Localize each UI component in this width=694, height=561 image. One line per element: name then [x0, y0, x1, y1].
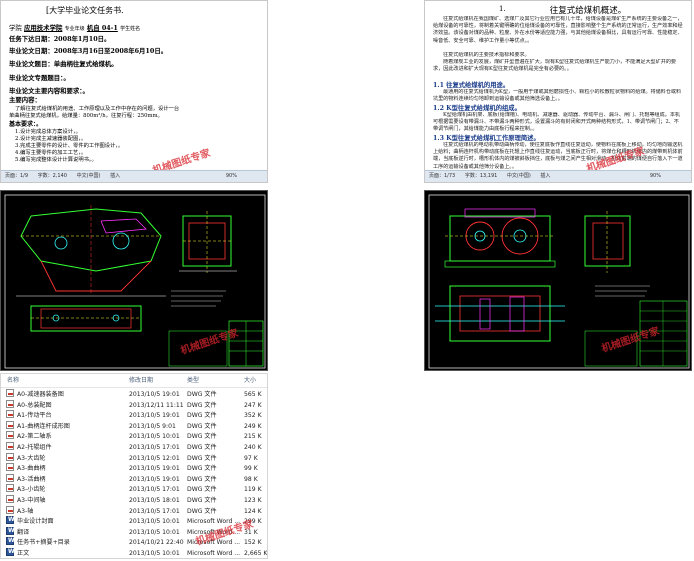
dwg-file-icon [6, 495, 14, 503]
gearbox-drawing-viewport[interactable]: 机械图纸专家 [424, 190, 692, 371]
gearbox-drawing-canvas [428, 194, 690, 369]
word-count[interactable]: 字数：13,191 [465, 173, 498, 179]
dwg-file-icon [6, 473, 14, 482]
word-status-bar: 页面：1/9 字数：2,140 中文(中国) 插入 90% [1, 170, 267, 182]
document-page: [大学毕业论文任务书. 学院 应用技术学院 专业年级 机自 04-1 学生姓名 … [1, 1, 267, 177]
language[interactable]: 中文(中国) [507, 173, 531, 179]
dwg-file-icon [6, 431, 14, 440]
dwg-file-icon [6, 484, 14, 493]
content-line-2: 单曲柄往复式给煤机，给煤量：800m³/h，往复行程：250mm。 [9, 113, 163, 119]
content-requirements: 毕业论文主要内容和要求：。 [9, 87, 89, 95]
column-name[interactable]: 名称 [7, 374, 19, 388]
section-1-3: 1.3 K型往复式给煤机工作原理简述。 [433, 135, 540, 142]
file-name: 正文 [17, 550, 30, 557]
zoom-level[interactable]: 90% [226, 171, 237, 182]
requirement-5: 5.编写完成整体设计计算说明书。。 [15, 157, 97, 163]
paragraph-1: 往复式给煤机在我国煤矿、选煤厂及其它行业应用已有几十年，给煤设备是煤矿生产系统的… [433, 16, 683, 44]
thesis-title: 毕业论文题目：单曲柄往复式给煤机。 [9, 60, 118, 68]
insert-mode[interactable]: 插入 [110, 173, 120, 179]
overview-document-window: 1. 往复式给煤机概述。 往复式给煤机在我国煤矿、选煤厂及其它行业应用已有几十年… [424, 0, 692, 183]
section-1-2: 1.2 K型往复式给煤机的组成。 [433, 105, 521, 112]
page-count[interactable]: 页面：1/73 [429, 173, 455, 179]
dwg-file-icon [6, 442, 14, 450]
assembly-drawing-canvas [4, 194, 266, 369]
column-headers: 名称 修改日期 类型 大小 [1, 374, 267, 388]
task-issue-date: 任务下达日期：2008年1月10日。 [9, 35, 111, 43]
file-type: Microsoft Word ... [187, 550, 241, 557]
section-1-1: 1.1 往复式给煤机的用途。 [433, 82, 510, 89]
dwg-file-icon [6, 505, 14, 514]
file-size: 2,665 K [244, 550, 268, 557]
word-status-bar: 页面：1/73 字数：13,191 中文(中国) 插入 90% [425, 170, 691, 182]
task-book-document-window: [大学毕业论文任务书. 学院 应用技术学院 专业年级 机自 04-1 学生姓名 … [0, 0, 268, 183]
dwg-file-icon [6, 420, 14, 429]
dwg-file-icon [6, 410, 14, 419]
zoom-level[interactable]: 90% [650, 171, 661, 182]
word-count[interactable]: 字数：2,140 [38, 173, 67, 179]
paragraph-4: 最通用的往复式给煤机为K型，一般用于煤或其他磨损性小、颗粒小的松散粒状物料的给煤… [433, 89, 682, 103]
dwg-file-icon [6, 389, 14, 397]
language[interactable]: 中文(中国) [77, 173, 101, 179]
assembly-drawing-viewport[interactable]: 机械图纸专家 [0, 190, 268, 371]
thesis-dates: 毕业论文日期：2008年3月16日至2008年6月10日。 [9, 47, 168, 55]
column-size[interactable]: 大小 [244, 374, 256, 388]
dwg-file-icon [6, 463, 14, 472]
column-type[interactable]: 类型 [187, 374, 199, 388]
paragraph-3: 随着煤炭工业的发展，煤矿井型普遍在扩大，现有K型往复式给煤机生产能力小，不能满足… [433, 59, 677, 73]
file-row[interactable]: 正文 2013/10/5 10:01 Microsoft Word ...2,665… [1, 546, 268, 558]
word-document-icon [6, 525, 15, 537]
word-document-icon [6, 535, 15, 547]
special-topic: 毕业论文专题题目：。 [9, 74, 70, 82]
main-content-head: 主要内容： [9, 96, 41, 104]
document-page: 1. 往复式给煤机概述。 往复式给煤机在我国煤矿、选煤厂及其它行业应用已有几十年… [425, 1, 691, 175]
paragraph-5: K型给煤机由机架、底板(给煤槽)、电动机、减速器、驱动器、传动平台、漏斗、闸门、… [433, 112, 681, 133]
file-date: 2013/10/5 10:01 [129, 550, 180, 557]
file-explorer-list: 名称 修改日期 类型 大小 A0-减速器装备图 2013/10/5 19:01 DW… [0, 373, 268, 559]
insert-mode[interactable]: 插入 [540, 173, 550, 179]
page-count[interactable]: 页面：1/9 [5, 173, 28, 179]
word-document-icon [6, 546, 15, 558]
paragraph-6: 往复式给煤机的电动机带动曲柄传动，使往复底板作直线往复运动，使物料在底板上移动，… [433, 142, 683, 170]
chapter-title: 往复式给煤机概述。 [549, 6, 627, 16]
college-field-line: 学院 应用技术学院 专业年级 机自 04-1 学生姓名 [9, 24, 141, 32]
dwg-file-icon [6, 452, 14, 461]
word-document-icon [6, 514, 15, 526]
dwg-file-icon [6, 399, 14, 408]
column-date[interactable]: 修改日期 [129, 374, 153, 388]
document-title: [大学毕业论文任务书. [46, 6, 124, 15]
